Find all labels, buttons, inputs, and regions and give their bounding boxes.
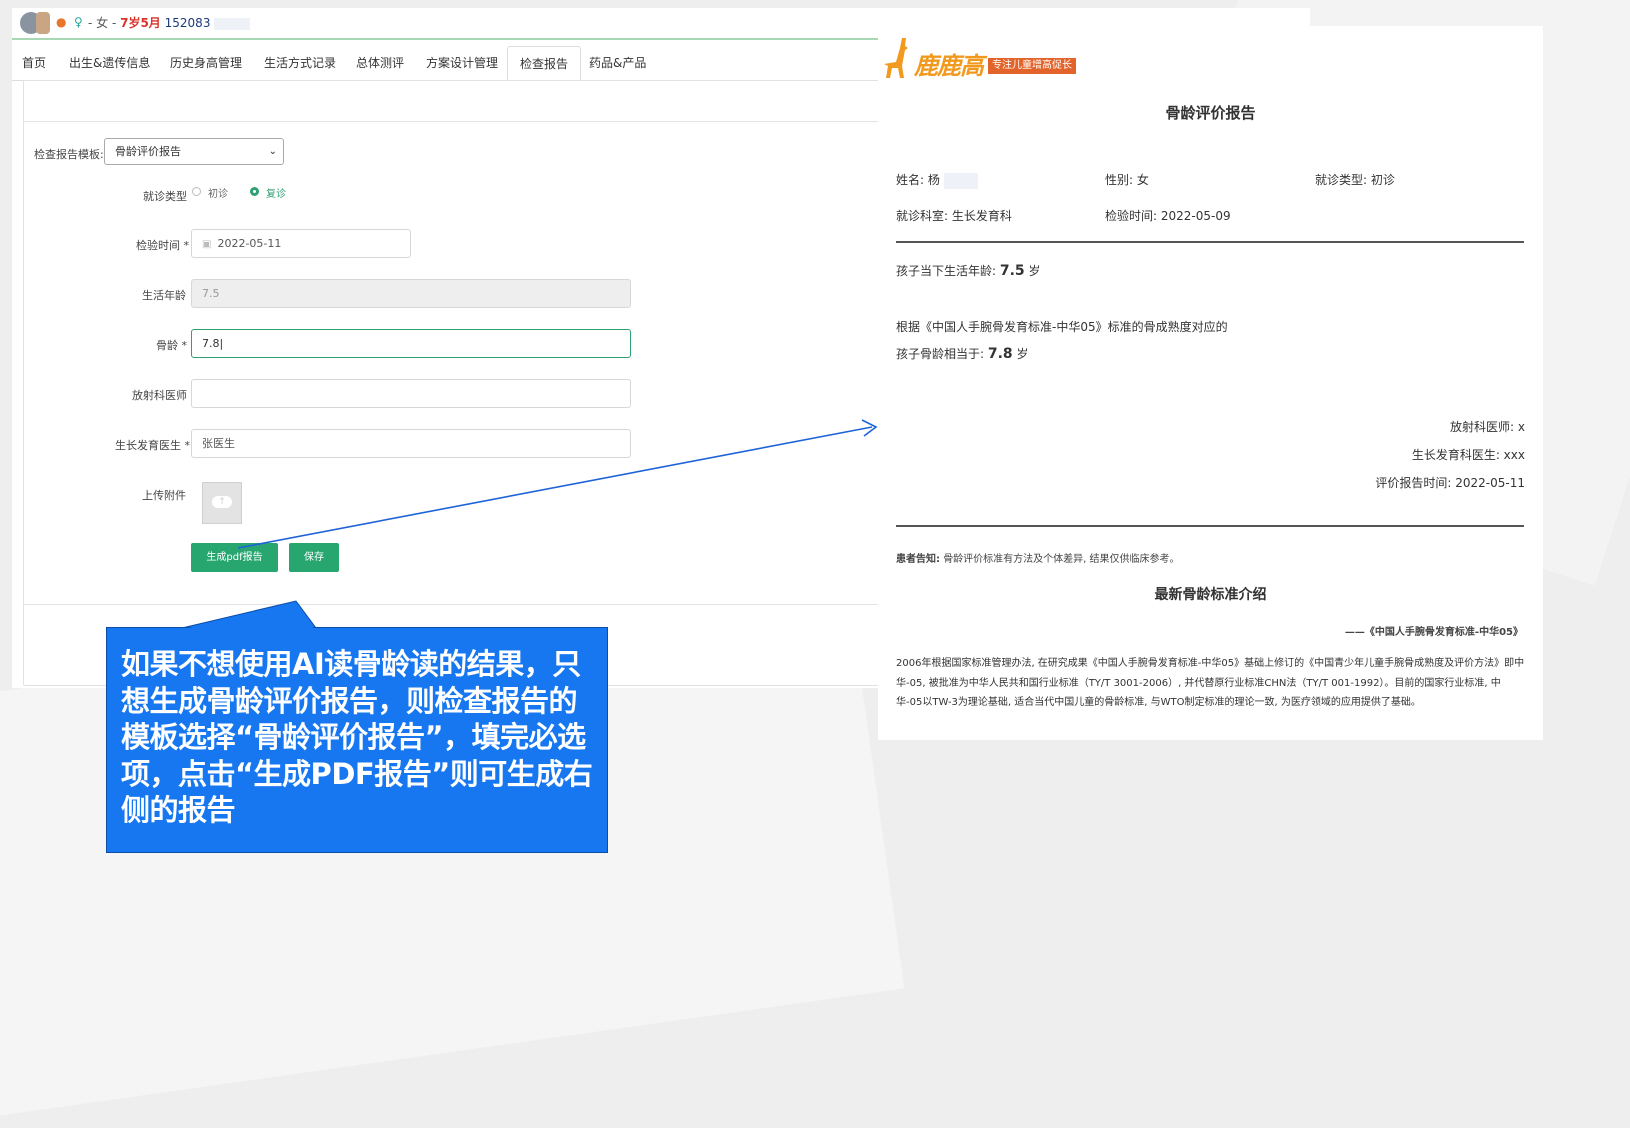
upload-label: 上传附件 <box>142 489 186 502</box>
avatar-overlay <box>36 12 50 34</box>
report-growth-doctor: 生长发育科医生: xxx <box>1411 448 1525 462</box>
report-life-age-unit: 岁 <box>1024 264 1041 278</box>
report-visit-type: 就诊类型: 初诊 <box>1315 173 1395 187</box>
callout-box: 如果不想使用AI读骨龄读的结果，只想生成骨龄评价报告，则检查报告的模板选择“骨龄… <box>106 627 608 853</box>
exam-time-label: 检验时间 * <box>136 239 189 252</box>
exam-time-value: 2022-05-11 <box>217 237 282 250</box>
report-bone-age-prefix: 孩子骨龄相当于: <box>896 347 988 361</box>
visit-radio-return[interactable] <box>250 187 259 196</box>
patient-age: 7岁5月 <box>120 16 161 30</box>
report-section-title: 最新骨龄标准介绍 <box>1154 587 1267 603</box>
tab-exam-report[interactable]: 检查报告 <box>507 46 582 81</box>
chevron-down-icon: ⌄ <box>268 146 277 157</box>
life-age-label: 生活年龄 <box>142 289 186 302</box>
generate-pdf-button[interactable]: 生成pdf报告 <box>191 543 278 572</box>
report-gender: 性别: 女 <box>1105 173 1149 187</box>
report-standard-line: 根据《中国人手腕骨发育标准-中华05》标准的骨成熟度对应的 <box>896 320 1228 334</box>
patient-info: - 女 - 7岁5月 152083 <box>88 14 251 31</box>
report-notice-label: 患者告知: <box>896 554 940 565</box>
report-life-age-value: 7.5 <box>999 263 1025 279</box>
gender-icon: ♀ <box>74 15 83 29</box>
life-age-input: 7.5 <box>191 279 631 308</box>
visit-option-return-label: 复诊 <box>266 189 286 200</box>
tab-birth-genetics[interactable]: 出生&遗传信息 <box>69 54 150 71</box>
save-button[interactable]: 保存 <box>289 543 339 572</box>
template-select-value: 骨龄评价报告 <box>115 145 181 158</box>
report-exam-time: 检验时间: 2022-05-09 <box>1105 209 1231 223</box>
text-cursor: | <box>219 337 224 350</box>
tab-drugs-products[interactable]: 药品&产品 <box>589 54 646 71</box>
report-notice: 患者告知: 骨龄评价标准有方法及个体差异, 结果仅供临床参考。 <box>896 550 1180 565</box>
generated-report: 鹿鹿高 专注儿童增高促长 骨龄评价报告 姓名: 杨 性别: 女 就诊类型: 初诊… <box>878 26 1543 740</box>
growth-doctor-label: 生长发育医生 * <box>115 439 190 452</box>
report-section-subtitle: ——《中国人手腕骨发育标准-中华05》 <box>1344 627 1523 638</box>
report-name: 姓名: 杨 <box>896 171 978 189</box>
bone-age-label: 骨龄 * <box>156 339 187 352</box>
calendar-icon: ▣ <box>202 239 212 250</box>
report-title: 骨龄评价报告 <box>1165 104 1256 122</box>
radiologist-label: 放射科医师 <box>132 389 187 402</box>
tab-lifestyle[interactable]: 生活方式记录 <box>264 54 336 71</box>
bone-age-value: 7.8 <box>202 337 220 350</box>
visit-option-first-label: 初诊 <box>208 189 228 200</box>
report-name-text: 姓名: 杨 <box>896 173 940 187</box>
logo-tagline: 专注儿童增高促长 <box>988 58 1076 74</box>
radiologist-input[interactable] <box>191 379 631 408</box>
report-divider <box>896 241 1524 243</box>
report-time: 评价报告时间: 2022-05-11 <box>1375 476 1525 490</box>
report-paragraph: 2006年根据国家标准管理办法, 在研究成果《中国人手腕骨发育标准-中华05》基… <box>896 658 1525 708</box>
visit-type-label: 就诊类型 <box>143 190 187 203</box>
tab-assessment[interactable]: 总体测评 <box>356 54 404 71</box>
report-bone-age-unit: 岁 <box>1012 347 1029 361</box>
redacted-block <box>214 17 251 30</box>
report-radiologist: 放射科医师: x <box>1450 420 1525 434</box>
logo-wordmark: 鹿鹿高 <box>914 52 984 80</box>
template-label: 检查报告模板: <box>34 148 104 161</box>
cloud-upload-icon: ↑ <box>212 496 232 508</box>
giraffe-icon <box>884 38 908 78</box>
upload-button[interactable]: ↑ <box>202 482 242 524</box>
template-select[interactable]: 骨龄评价报告 ⌄ <box>104 138 284 165</box>
report-bone-age: 孩子骨龄相当于: 7.8 岁 <box>896 345 1029 362</box>
report-notice-text: 骨龄评价标准有方法及个体差异, 结果仅供临床参考。 <box>943 554 1180 565</box>
tab-height-history[interactable]: 历史身高管理 <box>170 54 242 71</box>
life-age-value: 7.5 <box>202 287 220 300</box>
visit-radio-first[interactable] <box>192 187 201 196</box>
brand-logo: 鹿鹿高 专注儿童增高促长 <box>880 34 1090 82</box>
growth-doctor-input[interactable]: 张医生 <box>191 429 631 458</box>
report-life-age-prefix: 孩子当下生活年龄: <box>896 264 1000 278</box>
tab-home[interactable]: 首页 <box>22 54 46 71</box>
report-department: 就诊科室: 生长发育科 <box>896 209 1012 223</box>
bone-age-input[interactable]: 7.8| <box>191 329 631 358</box>
exam-time-input[interactable]: ▣ 2022-05-11 <box>191 229 411 258</box>
report-divider <box>896 525 1524 527</box>
redacted-block <box>943 172 978 189</box>
growth-doctor-value: 张医生 <box>202 437 235 450</box>
patient-record-no: 152083 <box>164 16 211 30</box>
report-bone-age-value: 7.8 <box>987 346 1013 362</box>
callout-text: 如果不想使用AI读骨龄读的结果，只想生成骨龄评价报告，则检查报告的模板选择“骨龄… <box>121 647 593 827</box>
report-life-age: 孩子当下生活年龄: 7.5 岁 <box>896 262 1041 279</box>
patient-gender-text: - 女 - <box>88 16 121 30</box>
tab-plan-design[interactable]: 方案设计管理 <box>426 54 498 71</box>
chat-icon[interactable]: ● <box>56 15 66 29</box>
